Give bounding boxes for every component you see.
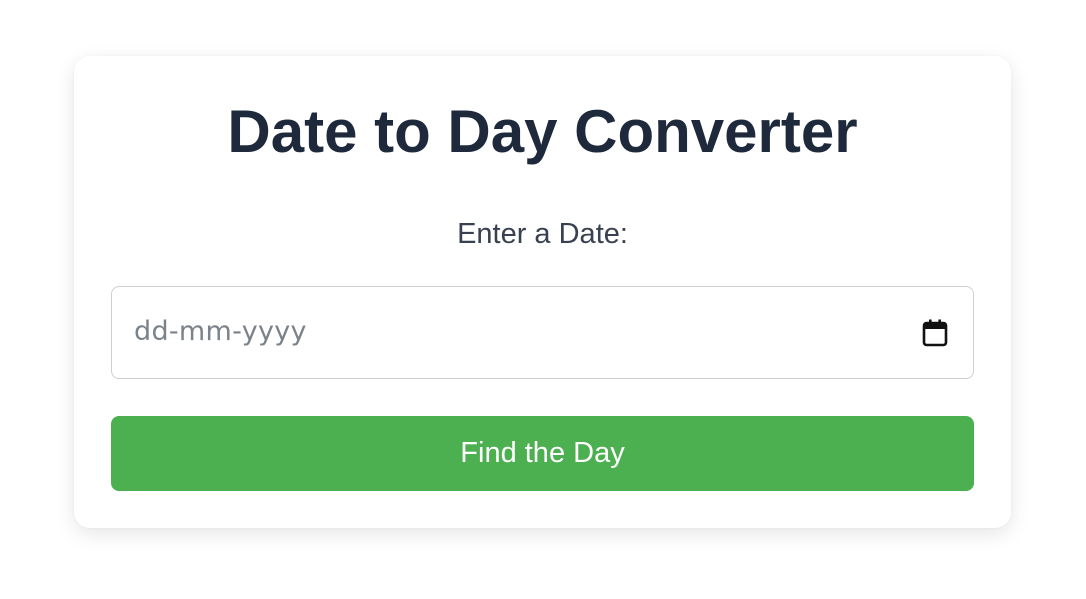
page-title: Date to Day Converter: [227, 98, 858, 165]
converter-card: Date to Day Converter Enter a Date: dd-m…: [74, 56, 1011, 528]
find-day-button[interactable]: Find the Day: [111, 416, 974, 491]
date-input[interactable]: dd-mm-yyyy: [111, 286, 974, 379]
date-placeholder: dd-mm-yyyy: [134, 316, 307, 347]
date-label: Enter a Date:: [457, 218, 628, 250]
calendar-icon[interactable]: [921, 318, 949, 348]
